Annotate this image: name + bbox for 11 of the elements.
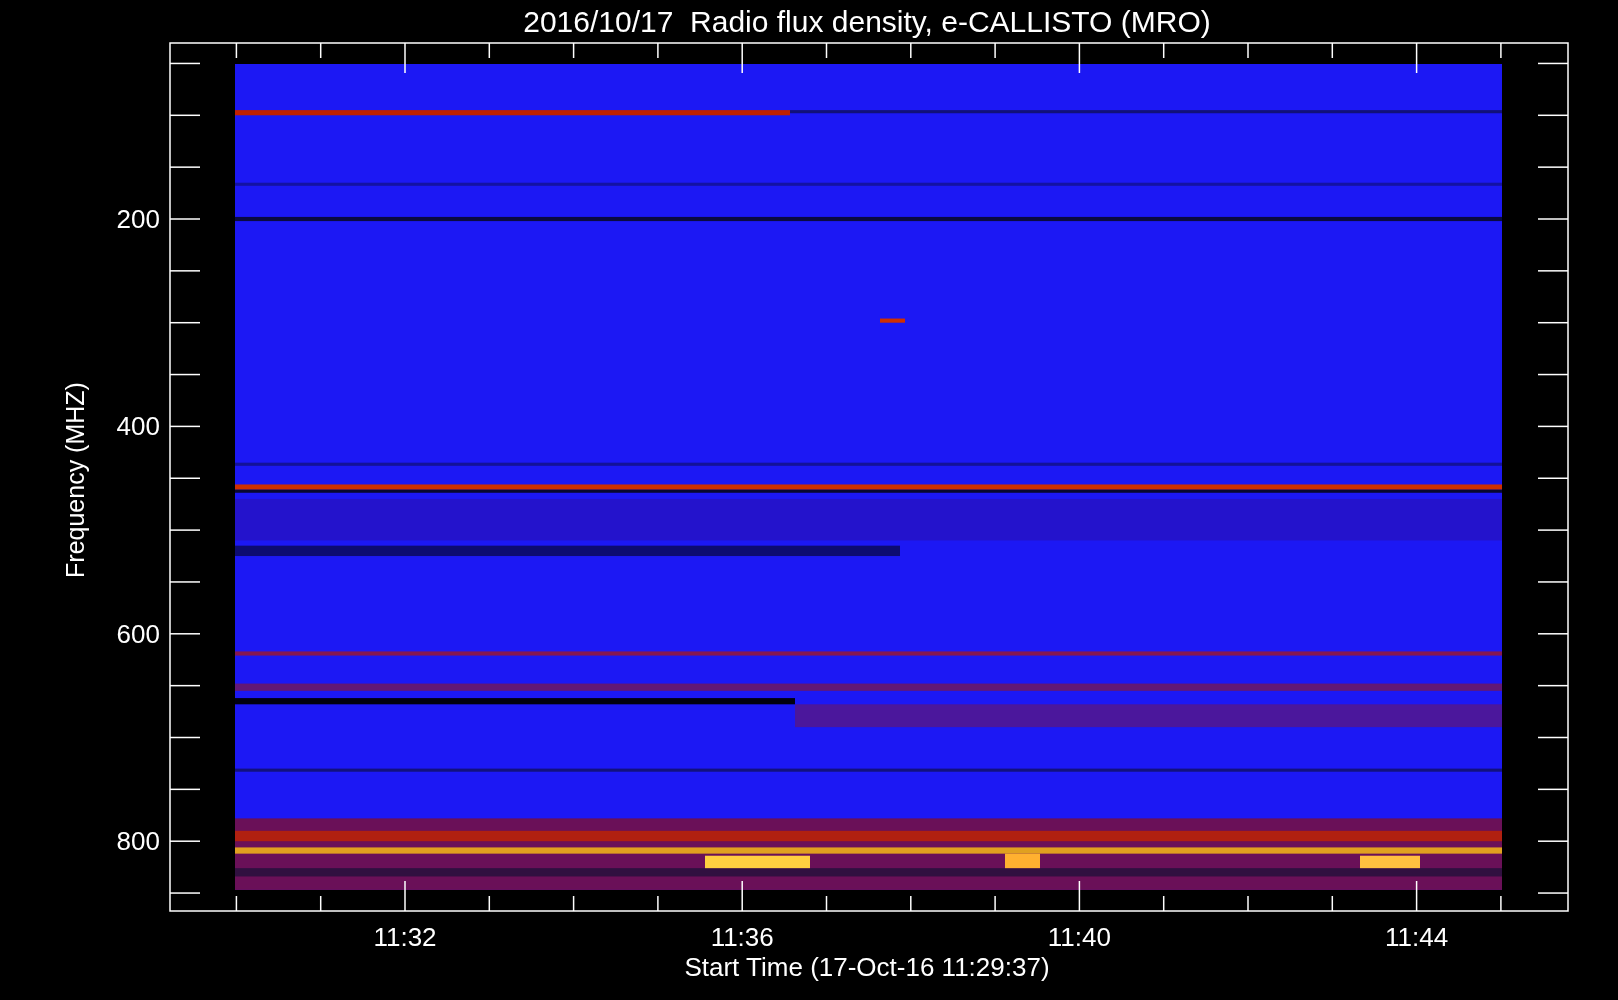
x-tick-label: 11:40 — [1047, 922, 1111, 952]
x-tick-label: 11:36 — [710, 922, 774, 952]
chart-title: 2016/10/17 Radio flux density, e-CALLISTO (MRO) — [523, 5, 1211, 38]
x-axis-label: Start Time (17-Oct-16 11:29:37) — [684, 952, 1050, 982]
x-tick-label: 11:44 — [1385, 922, 1449, 952]
x-tick-label: 11:32 — [373, 922, 437, 952]
y-tick-label: 400 — [116, 411, 160, 442]
y-tick-label: 200 — [116, 204, 160, 234]
y-tick-label: 800 — [116, 826, 160, 857]
y-axis-label: Frequency (MHZ) — [61, 382, 89, 578]
y-tick-label: 600 — [116, 618, 160, 649]
